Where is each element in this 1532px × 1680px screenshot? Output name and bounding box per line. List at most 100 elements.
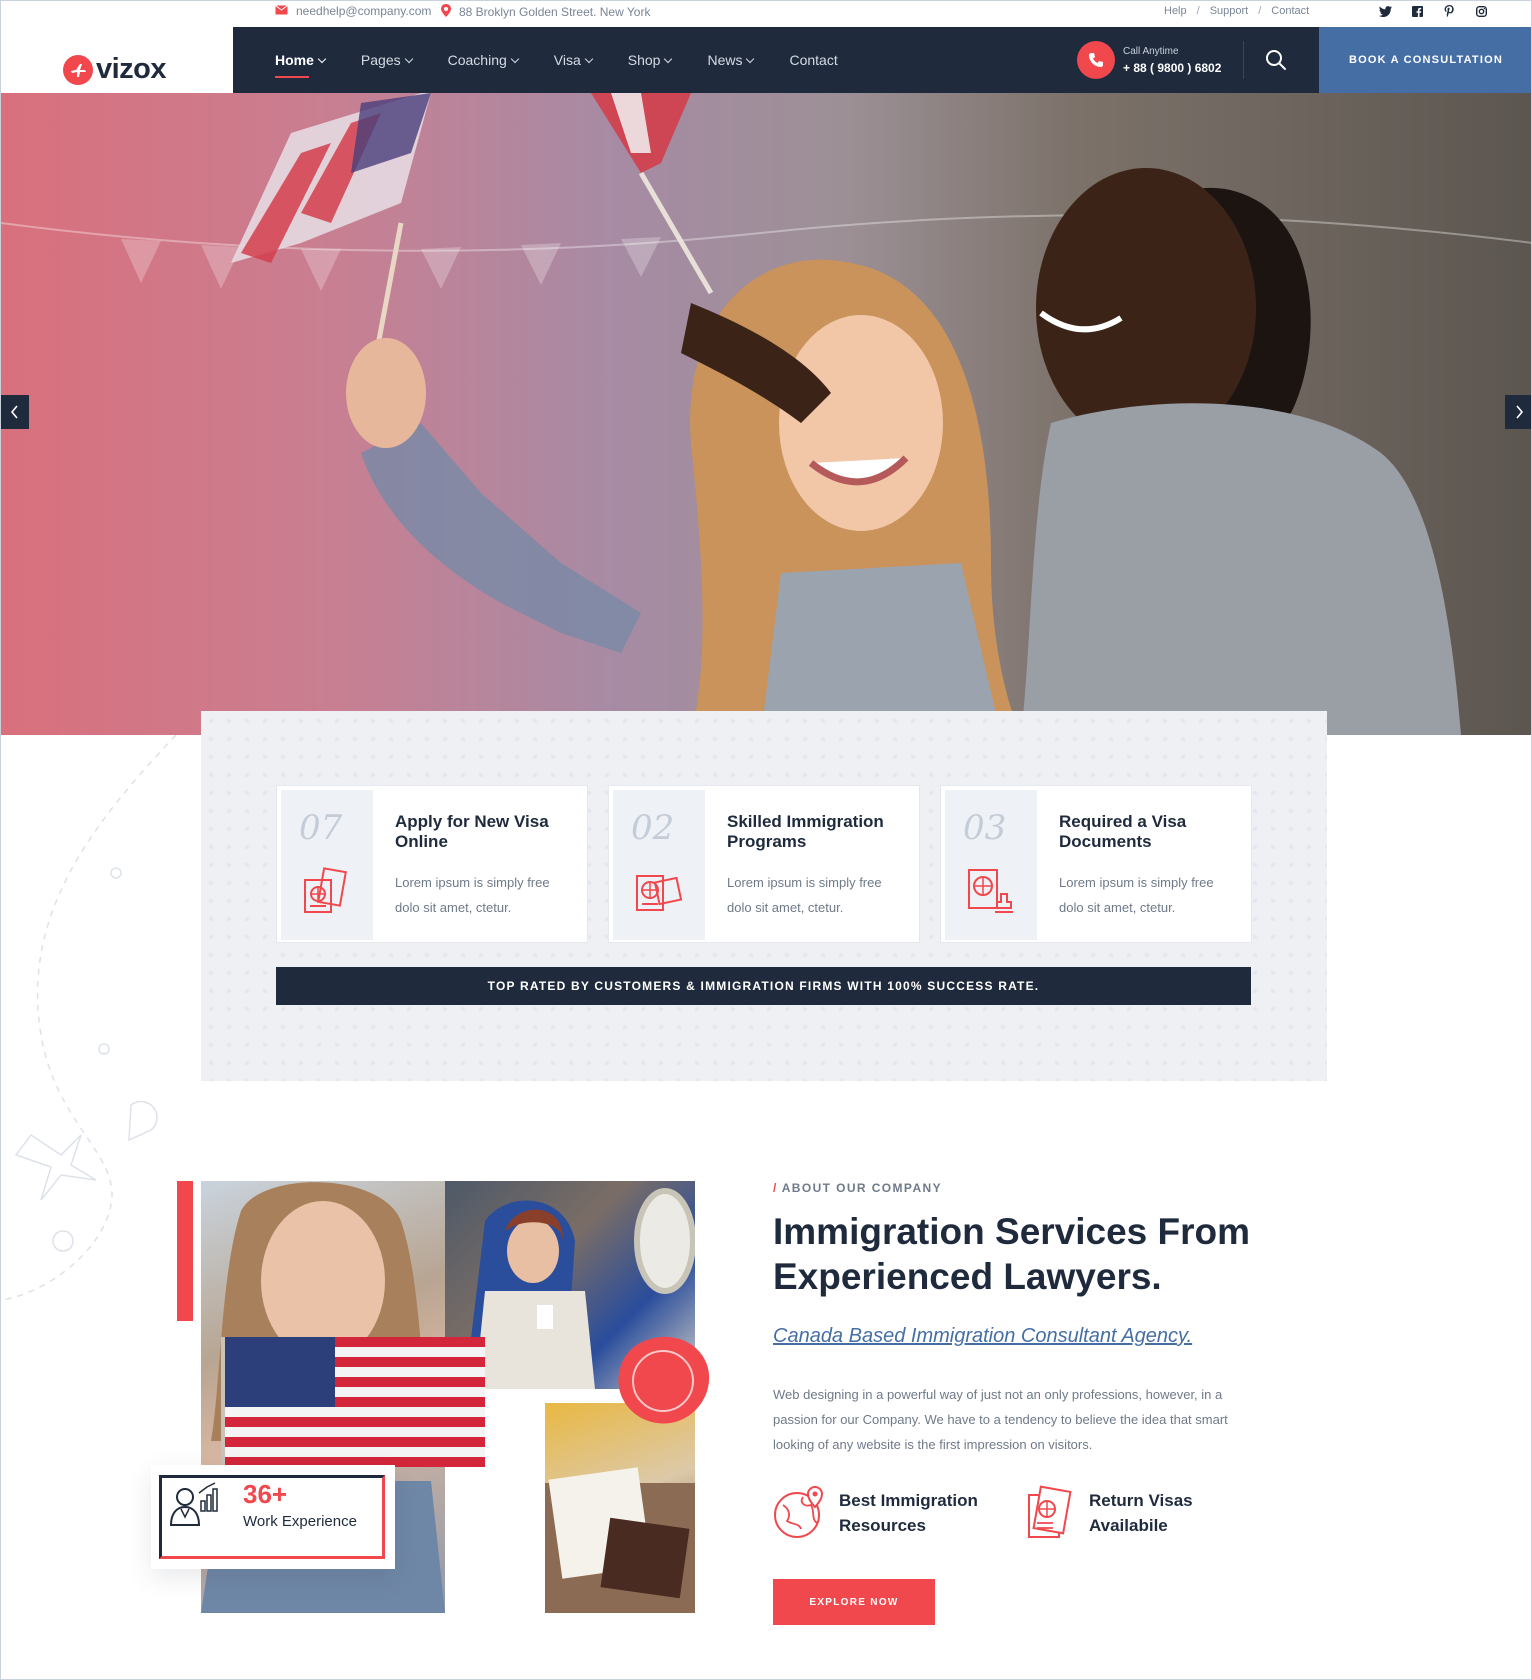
consultant-chart-icon [169, 1482, 218, 1526]
top-address: 88 Broklyn Golden Street. New York [441, 4, 650, 20]
hero-slider [1, 93, 1531, 735]
nav-item-label: Coaching [447, 52, 507, 68]
about-paragraph: Web designing in a powerful way of just … [773, 1387, 1228, 1452]
top-link-support[interactable]: Support [1210, 5, 1249, 17]
about-points: Best Immigration Resources Return Visas … [773, 1485, 1293, 1545]
nav-item-shop[interactable]: Shop [627, 52, 673, 68]
hero-people-illustration [231, 93, 1461, 735]
twitter-icon[interactable] [1378, 4, 1392, 18]
feature-title: Required a Visa Documents [1059, 812, 1187, 851]
nav-item-label: Contact [789, 52, 838, 68]
us-flag-center [591, 93, 714, 295]
logo-text: vizox [96, 53, 167, 85]
accent-bar [177, 1181, 193, 1321]
nav-item-pages[interactable]: Pages [360, 52, 413, 68]
nav-item-news[interactable]: News [707, 52, 755, 68]
facebook-icon[interactable] [1410, 4, 1424, 18]
chevron-down-icon [510, 54, 520, 63]
top-address-text: 88 Broklyn Golden Street. New York [459, 5, 651, 19]
about-subtitle-link[interactable]: Canada Based Immigration Consultant Agen… [773, 1325, 1293, 1348]
top-link-help[interactable]: Help [1164, 5, 1187, 17]
passport-icon [1028, 1485, 1072, 1538]
feature-card[interactable]: 03 Required a Visa Documents Lorem ipsum… [940, 785, 1252, 943]
point-item: Return Visas Availabile [1023, 1485, 1199, 1541]
call-number[interactable]: + 88 ( 9800 ) 6802 [1123, 61, 1221, 75]
experience-number: 36+ [243, 1479, 288, 1509]
point-text: Best Immigration Resources [839, 1491, 978, 1535]
section-tag: / ABOUT OUR COMPANY [773, 1181, 1293, 1195]
nav-item-visa[interactable]: Visa [553, 52, 593, 68]
stamp-mark-icon [618, 1336, 710, 1424]
social-links [1378, 4, 1488, 18]
chevron-down-icon [317, 54, 327, 63]
feature-description: Lorem ipsum is simply free dolo sit amet… [727, 875, 882, 915]
about-section: / ABOUT OUR COMPANY Immigration Services … [773, 1181, 1293, 1625]
passport-signing-photo [545, 1403, 695, 1613]
point-text: Return Visas Availabile [1089, 1491, 1193, 1535]
woman-figure [346, 259, 1021, 735]
envelope-icon [275, 4, 288, 18]
top-link-contact[interactable]: Contact [1271, 5, 1309, 17]
tag-slash: / [773, 1181, 778, 1195]
chevron-down-icon [404, 54, 413, 63]
explore-now-button[interactable]: EXPLORE NOW [773, 1579, 935, 1625]
chevron-down-icon [664, 54, 673, 63]
flight-path-decoration [1, 735, 177, 1301]
call-text: Call Anytime + 88 ( 9800 ) 6802 [1123, 46, 1221, 75]
separator: / [1196, 5, 1200, 17]
nav-item-label: Visa [553, 52, 581, 68]
experience-card: 36+ Work Experience [151, 1465, 395, 1569]
slider-next-button[interactable] [1505, 395, 1531, 429]
call-anytime[interactable]: Call Anytime + 88 ( 9800 ) 6802 [1077, 41, 1221, 79]
feature-description: Lorem ipsum is simply free dolo sit amet… [1059, 875, 1214, 915]
pinterest-icon[interactable] [1442, 4, 1456, 18]
visa-documents-icon [636, 875, 683, 911]
american-flag [221, 1337, 485, 1477]
passport-globe-icon [304, 867, 347, 913]
globe-location-icon [774, 1485, 824, 1538]
instagram-icon[interactable] [1474, 4, 1488, 18]
nav-item-label: Pages [360, 52, 401, 68]
chevron-down-icon [746, 54, 755, 63]
book-consultation-button[interactable]: BOOK A CONSULTATION [1319, 27, 1531, 93]
feature-title: Skilled Immigration Programs [727, 812, 884, 851]
phone-icon [1077, 41, 1115, 79]
nav-menu: Home Pages Coaching Visa Shop News Conta… [275, 27, 838, 93]
nav-item-label: News [707, 52, 743, 68]
success-rate-banner: TOP RATED BY CUSTOMERS & IMMIGRATION FIR… [276, 967, 1251, 1005]
logo-area: vizox [1, 25, 233, 93]
nav-item-home[interactable]: Home [275, 52, 327, 78]
divider [1243, 41, 1244, 79]
chevron-down-icon [584, 54, 593, 63]
feature-description: Lorem ipsum is simply free dolo sit amet… [395, 875, 550, 915]
features-section: 07 Apply for New Visa Online Lorem ipsum… [201, 711, 1327, 1081]
nav-item-label: Home [275, 52, 314, 68]
feature-title: Apply for New Visa Online [395, 812, 549, 851]
point-item: Best Immigration Resources [773, 1485, 979, 1541]
passport-stamp-icon [968, 869, 1013, 913]
slider-prev-button[interactable] [1, 395, 29, 429]
call-label: Call Anytime [1123, 45, 1179, 57]
nav-item-coaching[interactable]: Coaching [447, 52, 520, 68]
feature-number: 03 [963, 808, 1007, 848]
feature-card[interactable]: 07 Apply for New Visa Online Lorem ipsum… [276, 785, 588, 943]
feature-card[interactable]: 02 Skilled Immigration Programs Lorem ip… [608, 785, 920, 943]
feature-number: 02 [631, 808, 675, 848]
top-email-text: needhelp@company.com [296, 4, 432, 18]
separator: / [1258, 5, 1262, 17]
site-logo[interactable]: vizox [63, 53, 167, 86]
nav-item-label: Shop [627, 52, 661, 68]
section-tag-text: ABOUT OUR COMPANY [781, 1181, 942, 1195]
top-bar: needhelp@company.com 88 Broklyn Golden S… [1, 1, 1531, 25]
nav-item-contact[interactable]: Contact [789, 52, 837, 68]
search-icon[interactable] [1264, 48, 1288, 72]
main-navigation: Home Pages Coaching Visa Shop News Conta… [233, 27, 1319, 93]
page-frame: needhelp@company.com 88 Broklyn Golden S… [0, 0, 1532, 1680]
top-email[interactable]: needhelp@company.com [275, 4, 431, 18]
feature-number: 07 [299, 808, 343, 848]
plane-logo-icon [63, 54, 93, 85]
map-pin-icon [441, 4, 451, 20]
top-links: Help / Support / Contact [1164, 5, 1309, 17]
about-title: Immigration Services From Experienced La… [773, 1211, 1251, 1297]
experience-label: Work Experience [243, 1513, 357, 1530]
